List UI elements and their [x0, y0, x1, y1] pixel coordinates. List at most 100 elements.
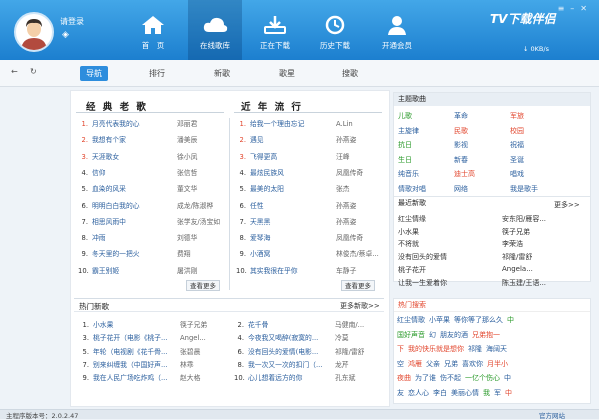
theme-tag[interactable]: 校园 [510, 126, 524, 136]
theme-tag[interactable]: 网络 [454, 184, 468, 194]
latest-artist[interactable]: 陈玉建/王语... [502, 278, 546, 288]
theme-tag[interactable]: 迪士高 [454, 169, 475, 179]
song-name[interactable]: 信仰 [92, 168, 106, 179]
artist-name[interactable]: 祁隆/雷舒 [335, 347, 364, 358]
table-row[interactable]: 9. 我在人民广场吃炸鸡（... 赵大格 [79, 373, 229, 384]
table-row[interactable]: 7. 相思风雨中 张学友/汤宝如 [78, 217, 224, 228]
latest-artist[interactable]: 安东阳/雁容... [502, 214, 546, 224]
theme-tag[interactable]: 唱戏 [510, 169, 524, 179]
latest-song[interactable]: 小水果 [398, 227, 419, 237]
table-row[interactable]: 7. 别来纠缠我（中国好声... 林乖 [79, 360, 229, 371]
search-tag[interactable]: 等你等了那么久 [454, 316, 503, 324]
song-name[interactable]: 其实我很在乎你 [250, 266, 298, 277]
table-row[interactable]: 7. 天黑黑 孙燕姿 [236, 217, 382, 228]
song-name[interactable]: 桃子花开（电影《桃子... [93, 333, 167, 344]
song-name[interactable]: 任性 [250, 201, 264, 212]
artist-name[interactable]: 汪峰 [336, 152, 350, 163]
song-name[interactable]: 爱琴海 [250, 233, 270, 244]
song-name[interactable]: 天黑黑 [250, 217, 270, 228]
tab-ranking[interactable]: 排行 [143, 66, 171, 81]
artist-name[interactable]: 凤凰传奇 [336, 168, 363, 179]
table-row[interactable]: 10. 霸王别姬 屠洪刚 [78, 266, 224, 277]
table-row[interactable]: 3. 天涯歌女 徐小凤 [78, 152, 224, 163]
search-tag[interactable]: 我 [483, 389, 490, 397]
table-row[interactable]: 6. 没有回头的爱情(电影... 祁隆/雷舒 [234, 347, 384, 358]
theme-tag[interactable]: 新春 [454, 155, 468, 165]
table-row[interactable]: 1. 月亮代表我的心 邓丽君 [78, 119, 224, 130]
artist-name[interactable]: 赵大格 [180, 373, 200, 384]
artist-name[interactable]: 董文华 [177, 184, 197, 195]
artist-name[interactable]: 张信哲 [177, 168, 197, 179]
artist-name[interactable]: 费翔 [177, 249, 191, 260]
latest-more-link[interactable]: 更多>> [554, 200, 580, 210]
artist-name[interactable]: 张学友/汤宝如 [177, 217, 220, 228]
table-row[interactable]: 8. 冲雨 刘德华 [78, 233, 224, 244]
song-name[interactable]: 小水果 [93, 320, 113, 331]
artist-name[interactable]: 冷莫 [335, 333, 349, 344]
artist-name[interactable]: 张杰 [336, 184, 350, 195]
theme-tag[interactable]: 圣诞 [510, 155, 524, 165]
table-row[interactable]: 8. 爱琴海 凤凰传奇 [236, 233, 382, 244]
table-row[interactable]: 6. 明明白白我的心 成龙/陈淑桦 [78, 201, 224, 212]
table-row[interactable]: 10. 心儿想着远方的你 孔东斌 [234, 373, 384, 384]
artist-name[interactable]: 刘德华 [177, 233, 197, 244]
artist-name[interactable]: 张碧晨 [180, 347, 200, 358]
nav-downloading-button[interactable]: 正在下载 [248, 0, 302, 60]
latest-artist[interactable]: 筷子兄弟 [502, 227, 530, 237]
recent-more-button[interactable]: 查看更多 [341, 280, 375, 291]
search-tag[interactable]: 海阔天 [486, 345, 507, 353]
table-row[interactable]: 9. 冬天里的一把火 费翔 [78, 249, 224, 260]
search-tag[interactable]: 一亿个伤心 [465, 374, 500, 382]
latest-artist[interactable]: Angela... [502, 265, 533, 273]
song-name[interactable]: 我在人民广场吃炸鸡（... [93, 373, 167, 384]
search-tag[interactable]: 友 [397, 389, 404, 397]
search-tag[interactable]: 空 [397, 360, 404, 368]
artist-name[interactable]: 孔东斌 [335, 373, 355, 384]
search-tag[interactable]: 祁隆 [468, 345, 482, 353]
search-tag[interactable]: 下 [397, 345, 404, 353]
table-row[interactable]: 1. 给我一个理由忘记 A.Lin [236, 119, 382, 130]
nav-home-button[interactable]: 首 页 [126, 0, 180, 60]
song-name[interactable]: 花千骨 [248, 320, 268, 331]
artist-name[interactable]: 孙燕姿 [336, 217, 356, 228]
search-tag[interactable]: 朋友的酒 [440, 331, 468, 339]
refresh-icon[interactable]: ↻ [30, 67, 37, 76]
artist-name[interactable]: 凤凰传奇 [336, 233, 363, 244]
search-tag[interactable]: 国好声音 [397, 331, 425, 339]
search-tag[interactable]: 父亲 [426, 360, 440, 368]
table-row[interactable]: 9. 小酒窝 林俊杰/蔡卓... [236, 249, 382, 260]
theme-tag[interactable]: 我是歌手 [510, 184, 538, 194]
artist-name[interactable]: 屠洪刚 [177, 266, 197, 277]
latest-song[interactable]: 让我一生爱着你 [398, 278, 447, 288]
search-tag[interactable]: 红尘情歌 [397, 316, 425, 324]
table-row[interactable]: 8. 我一次又一次的扣门（... 龙芹 [234, 360, 384, 371]
latest-song[interactable]: 桃子花开 [398, 265, 426, 275]
theme-tag[interactable]: 革命 [454, 111, 468, 121]
search-tag[interactable]: 鸿雁 [408, 360, 422, 368]
table-row[interactable]: 2. 花千骨 马健南/... [234, 320, 384, 331]
song-name[interactable]: 我想有个家 [92, 135, 126, 146]
table-row[interactable]: 4. 最炫民族风 凤凰传奇 [236, 168, 382, 179]
search-tag[interactable]: 兄弟 [444, 360, 458, 368]
search-tag[interactable]: 美丽心情 [451, 389, 479, 397]
theme-tag[interactable]: 民歌 [454, 126, 468, 136]
search-tag[interactable]: 喜欢你 [462, 360, 483, 368]
avatar[interactable] [14, 12, 54, 52]
song-name[interactable]: 心儿想着远方的你 [248, 373, 302, 384]
table-row[interactable]: 5. 年轮（电视剧《花千骨... 张碧晨 [79, 347, 229, 358]
song-name[interactable]: 霸王别姬 [92, 266, 119, 277]
song-name[interactable]: 冲雨 [92, 233, 106, 244]
song-name[interactable]: 月亮代表我的心 [92, 119, 140, 130]
search-tag[interactable]: 月半小 [487, 360, 508, 368]
search-tag[interactable]: 兄弟抱一 [472, 331, 500, 339]
theme-tag[interactable]: 军旅 [510, 111, 524, 121]
table-row[interactable]: 6. 任性 孙燕姿 [236, 201, 382, 212]
tab-search[interactable]: 搜歌 [336, 66, 364, 81]
artist-name[interactable]: 邓丽君 [177, 119, 197, 130]
song-name[interactable]: 小酒窝 [250, 249, 270, 260]
table-row[interactable]: 5. 血染的风采 董文华 [78, 184, 224, 195]
tab-singers[interactable]: 歌星 [273, 66, 301, 81]
artist-name[interactable]: 林俊杰/蔡卓... [336, 249, 379, 260]
song-name[interactable]: 遇见 [250, 135, 264, 146]
song-name[interactable]: 年轮（电视剧《花千骨... [93, 347, 167, 358]
